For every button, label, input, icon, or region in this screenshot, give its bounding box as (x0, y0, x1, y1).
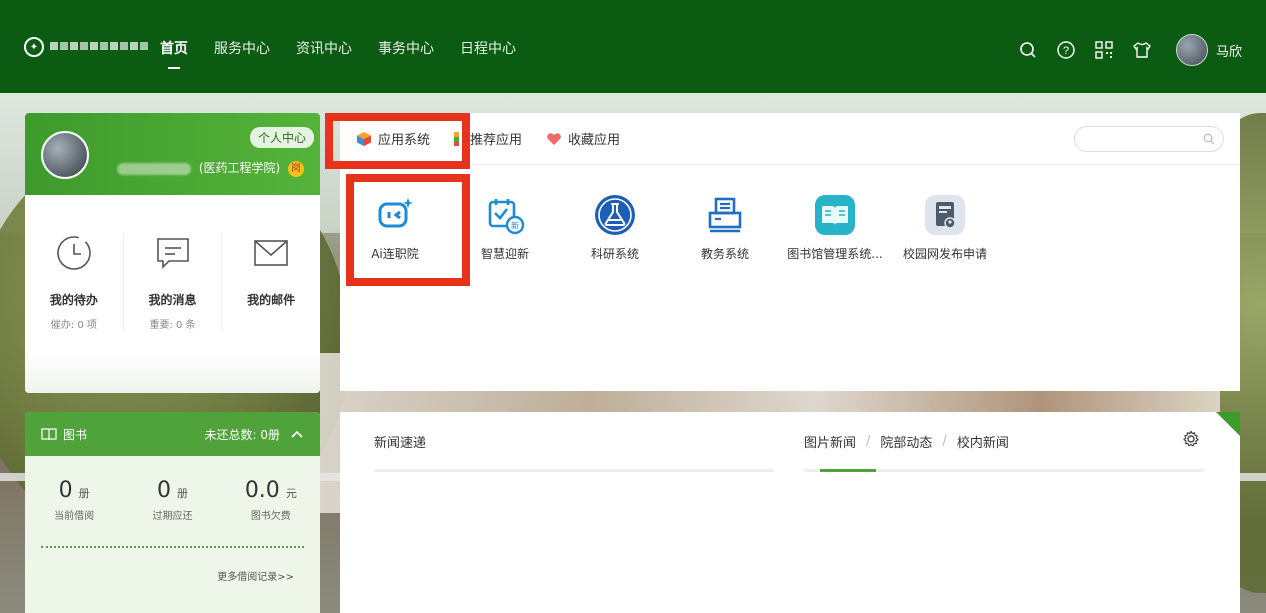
personal-center-button[interactable]: 个人中心 (249, 127, 314, 148)
user-avatar (1175, 34, 1208, 66)
my-mail-title: 我的邮件 (247, 293, 296, 307)
svg-text:?: ? (1063, 45, 1069, 57)
tab-campus-news[interactable]: 校内新闻 (957, 432, 1009, 451)
blurred-name (117, 162, 191, 175)
overdue-unit: 册 (176, 487, 188, 500)
tab-favorites-label: 收藏应用 (568, 133, 621, 148)
tab-separator: / (942, 434, 947, 449)
news-panel: 新闻速递 图片新闻 / 院部动态 / 校内新闻 (340, 412, 1240, 613)
help-icon[interactable]: ? (1056, 40, 1076, 60)
mail-icon (254, 240, 288, 266)
unreturned-total: 未还总数: 0册 (204, 427, 281, 442)
apps-panel: 应用系统 推荐应用 收藏应用 Ai连职院 新 智慧迎新 科研系统 教务系统 图书… (340, 113, 1240, 391)
heart-icon (547, 132, 561, 145)
fees-unit: 元 (285, 487, 297, 500)
profile-card: (医药工程学院) 岗 个人中心 我的待办 催办: 0 项 我的消息 重要: 0 … (25, 113, 320, 393)
corner-toggle-icon[interactable] (1216, 412, 1240, 436)
publish-form-icon (925, 195, 965, 235)
book-stats: 0册 当前借阅 0册 过期应还 0.0 元 图书欠费 (25, 456, 320, 522)
printer-icon (708, 197, 742, 233)
open-book-icon (815, 195, 855, 235)
search-small-icon (1203, 133, 1215, 145)
fees-label: 图书欠费 (250, 511, 291, 522)
current-borrowed: 0册 当前借阅 (25, 478, 123, 522)
my-todo[interactable]: 我的待办 催办: 0 项 (25, 233, 123, 331)
school-logo[interactable]: ✦ (24, 37, 154, 57)
user-menu[interactable]: 马欣 (1175, 34, 1242, 66)
nav-home[interactable]: 首页 (160, 38, 188, 69)
profile-name: (医药工程学院) 岗 (117, 159, 305, 177)
qrcode-icon[interactable] (1094, 40, 1114, 60)
svg-text:新: 新 (511, 221, 519, 231)
search-icon[interactable] (1018, 40, 1038, 60)
book-divider (41, 546, 304, 548)
message-icon (156, 238, 189, 269)
book-header-right: 未还总数: 0册 (205, 426, 305, 443)
profile-stats: 我的待办 催办: 0 项 我的消息 重要: 0 条 我的邮件 (25, 233, 320, 331)
shirt-icon[interactable] (1132, 40, 1152, 60)
chevron-up-icon[interactable] (290, 429, 304, 439)
app-academic-system[interactable]: 教务系统 (670, 193, 780, 262)
news-tabs-underline (804, 469, 1204, 472)
overdue-books: 0册 过期应还 (123, 478, 221, 522)
nav-service-center[interactable]: 服务中心 (214, 38, 270, 58)
book-icon (41, 428, 57, 441)
book-fees: 0.0 元 图书欠费 (222, 478, 320, 522)
calendar-new-icon: 新 (488, 199, 525, 235)
flask-icon (595, 195, 635, 235)
news-tabs: 图片新闻 / 院部动态 / 校内新闻 (804, 432, 1204, 451)
header-tools: ? 马欣 (1018, 34, 1242, 66)
profile-header: (医药工程学院) 岗 个人中心 (25, 113, 320, 195)
tab-photo-news[interactable]: 图片新闻 (804, 432, 856, 451)
main-nav: 首页 服务中心 资讯中心 事务中心 日程中心 (160, 38, 516, 69)
profile-footer-art (25, 353, 320, 393)
current-borrowed-label: 当前借阅 (54, 511, 95, 522)
book-header: 图书 未还总数: 0册 (25, 412, 320, 456)
post-badge: 岗 (288, 160, 305, 177)
highlight-ai-college-app (346, 174, 470, 286)
nav-news-center[interactable]: 资讯中心 (296, 38, 352, 58)
gear-icon[interactable] (1182, 430, 1200, 448)
news-express-title: 新闻速递 (374, 436, 427, 451)
news-tabs-panel: 图片新闻 / 院部动态 / 校内新闻 (804, 432, 1204, 472)
app-research-system-label: 科研系统 (590, 247, 639, 261)
app-academic-system-label: 教务系统 (700, 247, 749, 261)
school-name-logo (50, 40, 154, 55)
clock-icon (57, 236, 91, 270)
top-navbar: ✦ 首页 服务中心 资讯中心 事务中心 日程中心 ? 马欣 (0, 0, 1266, 93)
my-todo-sub: 催办: 0 项 (50, 320, 97, 331)
book-title: 图书 (63, 427, 88, 442)
profile-college: (医药工程学院) (198, 161, 281, 175)
user-name: 马欣 (1215, 44, 1242, 60)
my-messages-title: 我的消息 (148, 293, 197, 307)
nav-affairs-center[interactable]: 事务中心 (378, 38, 434, 58)
my-todo-title: 我的待办 (49, 293, 98, 307)
overdue-value: 0 (156, 478, 171, 503)
app-research-system[interactable]: 科研系统 (560, 193, 670, 262)
app-library-system[interactable]: 图书馆管理系统... (780, 193, 890, 262)
highlight-app-system-tab (325, 113, 470, 169)
my-mail[interactable]: 我的邮件 (221, 233, 320, 331)
overdue-label: 过期应还 (152, 511, 193, 522)
my-messages[interactable]: 我的消息 重要: 0 条 (122, 233, 222, 331)
my-messages-sub: 重要: 0 条 (149, 320, 196, 331)
app-campus-publish-label: 校园网发布申请 (902, 247, 987, 261)
current-borrowed-unit: 册 (78, 487, 90, 500)
app-campus-publish[interactable]: 校园网发布申请 (890, 193, 1000, 262)
book-card: 图书 未还总数: 0册 0册 当前借阅 0册 过期应还 0.0 元 图书欠费 更多… (25, 412, 320, 613)
school-seal-icon: ✦ (24, 37, 44, 57)
fees-value: 0.0 (244, 478, 280, 503)
tab-department-news[interactable]: 院部动态 (880, 432, 932, 451)
app-library-system-label: 图书馆管理系统... (787, 247, 883, 261)
tab-favorites[interactable]: 收藏应用 (546, 129, 620, 148)
nav-schedule-center[interactable]: 日程中心 (460, 38, 516, 58)
tab-separator: / (866, 434, 871, 449)
tab-recommended-label: 推荐应用 (470, 133, 523, 148)
apps-search-input[interactable] (1074, 126, 1224, 152)
news-express: 新闻速递 (374, 432, 774, 472)
current-borrowed-value: 0 (58, 478, 73, 503)
news-express-underline (374, 469, 774, 472)
more-borrow-records-link[interactable]: 更多借阅记录>> (217, 568, 294, 583)
profile-avatar (41, 131, 89, 179)
